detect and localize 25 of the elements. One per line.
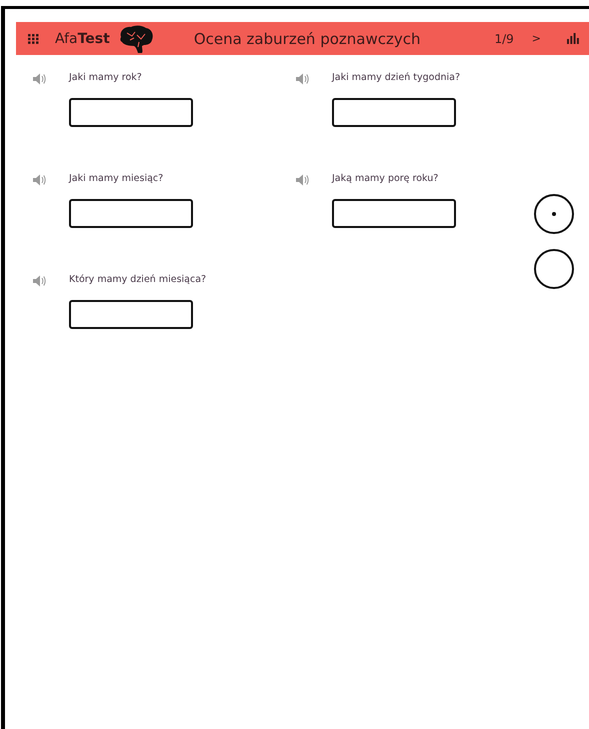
brain-icon: [118, 24, 154, 52]
answer-field[interactable]: [69, 98, 193, 127]
question-label: Który mamy dzień miesiąca?: [69, 274, 206, 285]
page-counter: 1/9: [494, 32, 514, 46]
speaker-icon[interactable]: [296, 73, 309, 85]
circle-button[interactable]: [534, 194, 574, 234]
dot-icon: [552, 212, 556, 216]
speaker-icon[interactable]: [33, 275, 46, 287]
answer-field[interactable]: [69, 199, 193, 228]
question-label: Jaką mamy porę roku?: [332, 173, 440, 184]
menu-icon[interactable]: [28, 34, 39, 44]
speaker-icon[interactable]: [33, 73, 46, 85]
answer-field[interactable]: [332, 98, 456, 127]
answer-field[interactable]: [69, 300, 193, 329]
speaker-icon[interactable]: [296, 174, 309, 186]
speaker-icon[interactable]: [33, 174, 46, 186]
question-label: Jaki mamy miesiąc?: [69, 173, 164, 184]
answer-field[interactable]: [332, 199, 456, 228]
next-button[interactable]: >: [528, 32, 545, 45]
question-label: Jaki mamy dzień tygodnia?: [332, 72, 460, 83]
page-title: Ocena zaburzeń poznawczych: [194, 30, 420, 48]
circle-button[interactable]: [534, 249, 574, 289]
question-label: Jaki mamy rok?: [69, 72, 143, 83]
app-logo: AfaTest: [55, 30, 110, 46]
bar-chart-icon[interactable]: [567, 33, 579, 44]
